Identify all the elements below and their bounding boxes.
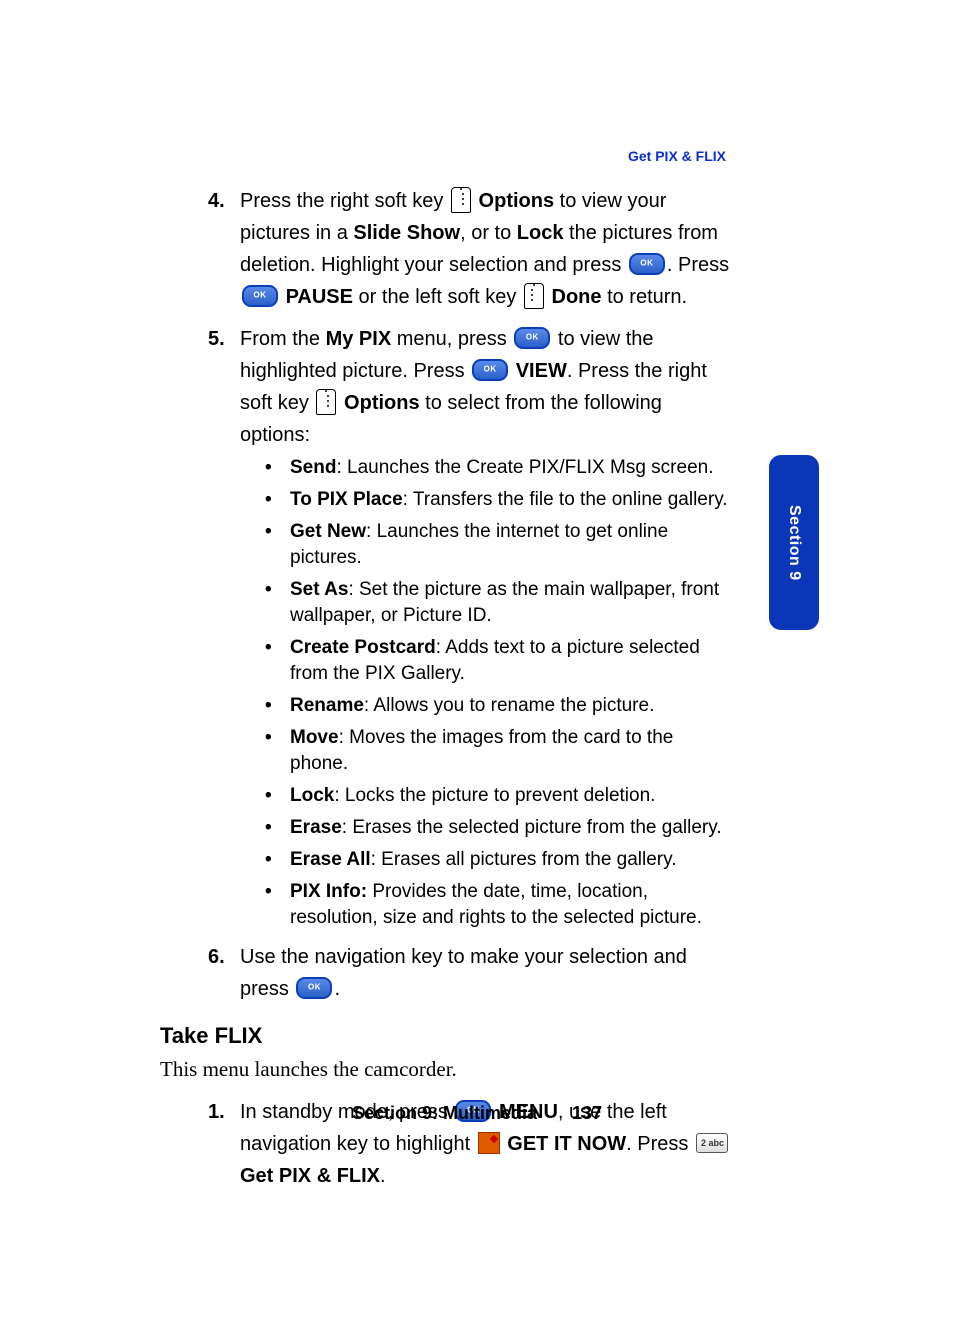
option-desc: : Launches the Create PIX/FLIX Msg scree… [336, 457, 713, 478]
ok-button-icon [629, 253, 665, 275]
text: Press the right soft key [240, 190, 449, 212]
step-5: From the My PIX menu, press to view the … [160, 323, 735, 931]
ok-button-icon [514, 327, 550, 349]
step-6: Use the navigation key to make your sele… [160, 941, 735, 1005]
get-it-now-icon [478, 1132, 500, 1154]
mypix-label: My PIX [326, 328, 392, 350]
option-desc: : Moves the images from the card to the … [290, 727, 673, 774]
option-label: Send [290, 457, 336, 478]
ok-button-icon [296, 977, 332, 999]
keypad-2-icon [696, 1133, 728, 1153]
list-item: Get New: Launches the internet to get on… [240, 519, 735, 571]
text: . [380, 1165, 386, 1187]
list-item: Set As: Set the picture as the main wall… [240, 577, 735, 629]
take-flix-intro: This menu launches the camcorder. [160, 1057, 735, 1082]
text: , or to [460, 222, 517, 244]
text: menu, press [391, 328, 512, 350]
ok-button-icon [242, 285, 278, 307]
text: . Press [667, 254, 729, 276]
option-desc: : Erases the selected picture from the g… [342, 817, 722, 838]
list-item: To PIX Place: Transfers the file to the … [240, 487, 735, 513]
view-label: VIEW [516, 360, 567, 382]
option-label: Set As [290, 579, 348, 600]
slideshow-label: Slide Show [353, 222, 460, 244]
list-item: PIX Info: Provides the date, time, locat… [240, 879, 735, 931]
header-breadcrumb: Get PIX & FLIX [628, 148, 726, 164]
options-label: Options [479, 190, 555, 212]
section-tab: Section 9 [769, 455, 819, 630]
take-flix-heading: Take FLIX [160, 1023, 735, 1049]
right-soft-key-icon [316, 389, 336, 415]
list-item: Lock: Locks the picture to prevent delet… [240, 783, 735, 809]
option-label: To PIX Place [290, 489, 403, 510]
option-desc: : Locks the picture to prevent deletion. [334, 785, 655, 806]
list-item: Create Postcard: Adds text to a picture … [240, 635, 735, 687]
ok-button-icon [472, 359, 508, 381]
page-footer: Section 9: Multimedia 137 [0, 1103, 954, 1124]
lock-label: Lock [517, 222, 564, 244]
list-item: Move: Moves the images from the card to … [240, 725, 735, 777]
text: or the left soft key [353, 286, 522, 308]
page-number: 137 [572, 1103, 602, 1124]
left-soft-key-icon [524, 283, 544, 309]
footer-section: Section 9: Multimedia [352, 1103, 537, 1123]
option-label: Erase [290, 817, 342, 838]
option-label: Erase All [290, 849, 371, 870]
option-label: Lock [290, 785, 334, 806]
list-item: Send: Launches the Create PIX/FLIX Msg s… [240, 455, 735, 481]
option-label: Move [290, 727, 339, 748]
numbered-steps: Press the right soft key Options to view… [160, 185, 735, 1005]
option-desc: : Set the picture as the main wallpaper,… [290, 579, 719, 626]
options-list: Send: Launches the Create PIX/FLIX Msg s… [240, 455, 735, 931]
options-label: Options [344, 392, 420, 414]
text: to return. [602, 286, 688, 308]
done-label: Done [552, 286, 602, 308]
text: From the [240, 328, 326, 350]
section-tab-label: Section 9 [785, 505, 803, 581]
getitnow-label: GET IT NOW [507, 1133, 626, 1155]
step-4: Press the right soft key Options to view… [160, 185, 735, 313]
option-label: Get New [290, 521, 366, 542]
option-label: PIX Info: [290, 881, 367, 902]
option-desc: : Transfers the file to the online galle… [403, 489, 728, 510]
text: . Press [626, 1133, 694, 1155]
list-item: Rename: Allows you to rename the picture… [240, 693, 735, 719]
option-desc: : Allows you to rename the picture. [364, 695, 654, 716]
option-desc: : Erases all pictures from the gallery. [371, 849, 677, 870]
list-item: Erase: Erases the selected picture from … [240, 815, 735, 841]
option-label: Create Postcard [290, 637, 436, 658]
right-soft-key-icon [451, 187, 471, 213]
pause-label: PAUSE [286, 286, 353, 308]
page-content: Press the right soft key Options to view… [160, 185, 735, 1202]
list-item: Erase All: Erases all pictures from the … [240, 847, 735, 873]
option-label: Rename [290, 695, 364, 716]
text: . [334, 978, 340, 1000]
getpix-label: Get PIX & FLIX [240, 1165, 380, 1187]
manual-page: Get PIX & FLIX Section 9 Press the right… [0, 0, 954, 1319]
